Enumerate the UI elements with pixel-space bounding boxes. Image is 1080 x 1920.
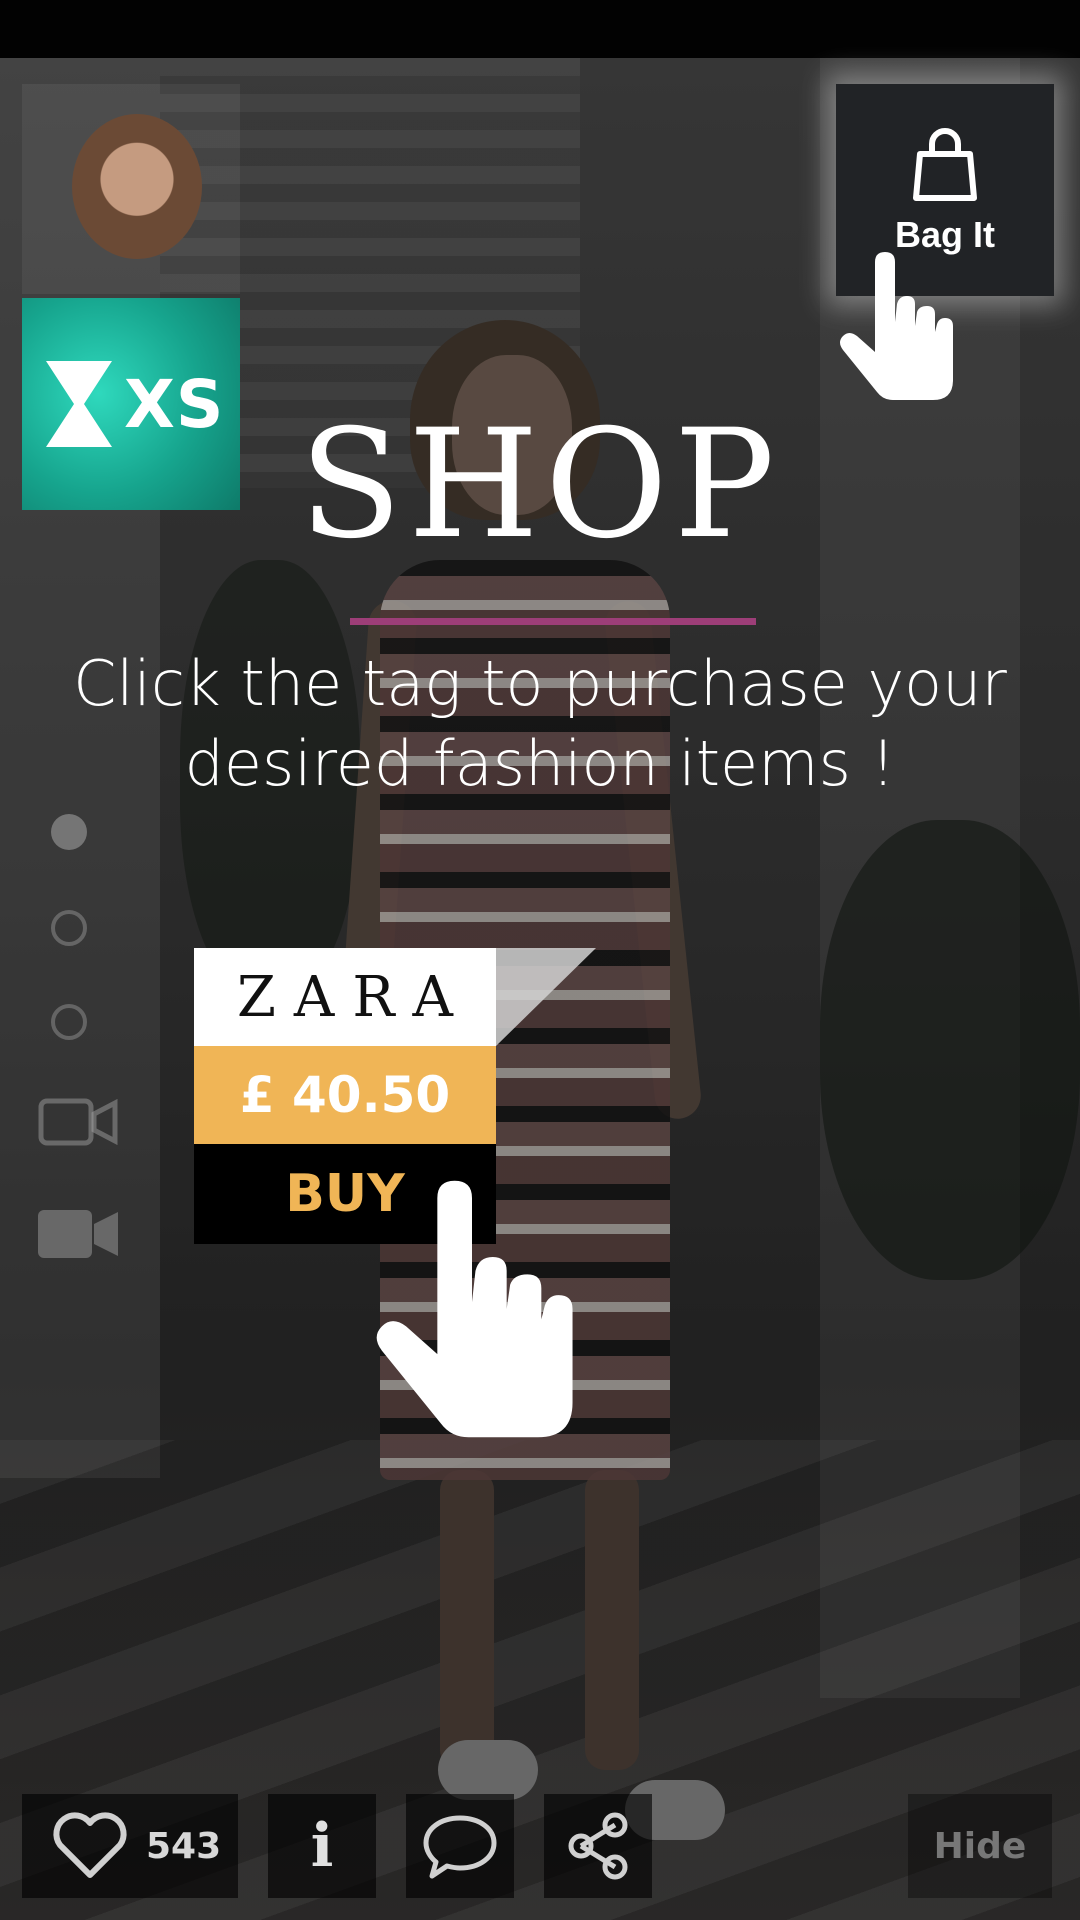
bag-it-label: Bag It	[894, 214, 995, 255]
instruction-text: Click the tag to purchase your desired f…	[73, 647, 1007, 800]
carousel-dot[interactable]	[51, 1004, 87, 1040]
comment-icon	[423, 1815, 497, 1879]
carousel-dot-active[interactable]	[51, 814, 87, 850]
share-button[interactable]	[544, 1794, 652, 1898]
hide-label: Hide	[933, 1825, 1027, 1867]
heart-icon	[53, 1812, 127, 1878]
avatar[interactable]	[72, 114, 202, 259]
screen: XS Bag It SHOP Click the tag to purchase…	[0, 0, 1080, 1920]
page-title: SHOP	[299, 398, 781, 572]
title-underline	[350, 618, 756, 625]
size-badge[interactable]: XS	[22, 298, 240, 510]
info-icon: i	[310, 1811, 334, 1881]
info-button[interactable]: i	[268, 1794, 376, 1898]
pointing-hand-icon	[840, 252, 953, 400]
video-camera-icon[interactable]	[38, 1098, 118, 1146]
pointing-hand-icon	[376, 1180, 573, 1438]
like-count: 543	[146, 1825, 222, 1867]
like-button[interactable]: 543	[22, 1794, 238, 1898]
hide-button[interactable]: Hide	[908, 1794, 1052, 1898]
brand-name: ZARA	[194, 948, 496, 1046]
price-label: £ 40.50	[194, 1046, 496, 1144]
video-camera-icon[interactable]	[38, 1210, 118, 1258]
tag-corner	[496, 948, 596, 1046]
hourglass-icon	[46, 361, 112, 447]
carousel-dot[interactable]	[51, 910, 87, 946]
share-icon	[568, 1812, 628, 1880]
size-badge-label: XS	[124, 365, 225, 443]
comment-button[interactable]	[406, 1794, 514, 1898]
shopping-bag-icon	[913, 128, 977, 201]
